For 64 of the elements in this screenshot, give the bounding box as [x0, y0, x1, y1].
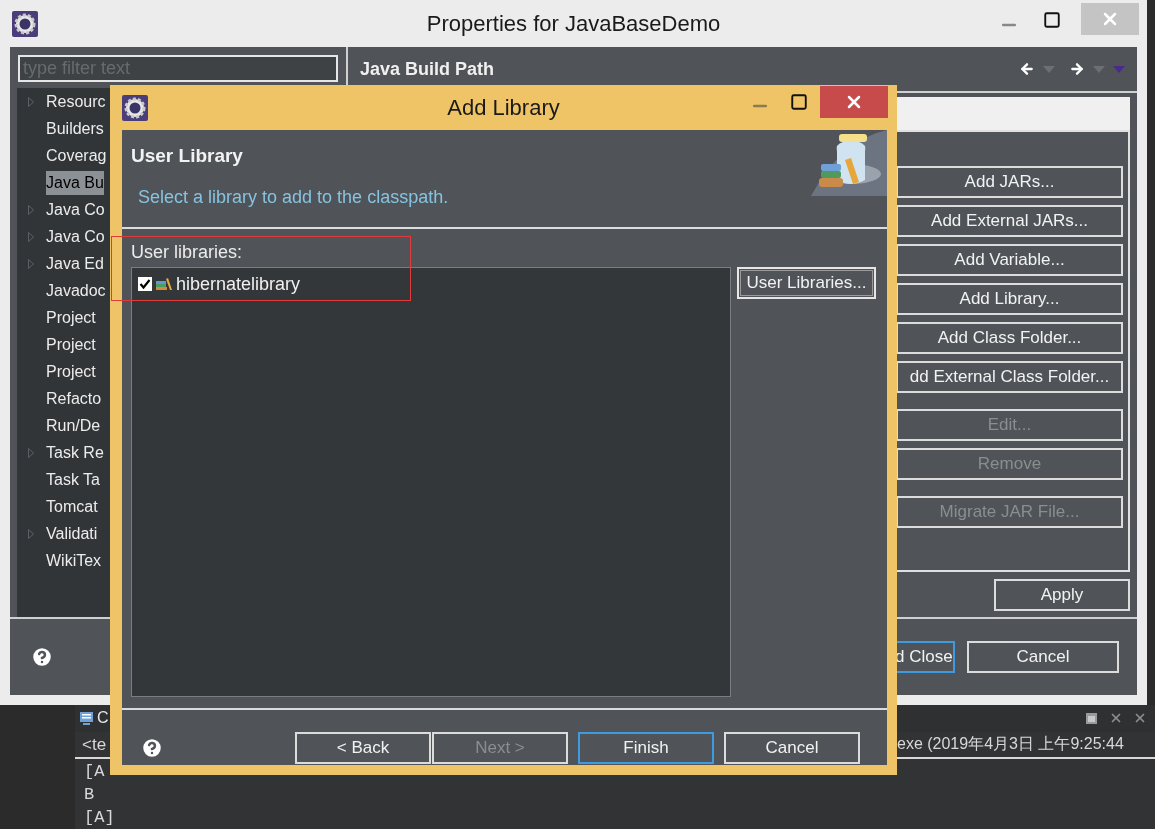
tree-item[interactable]: Tomcat	[46, 494, 98, 519]
tree-item[interactable]: Java Ed	[46, 251, 104, 276]
page-description: Select a library to add to the classpath.	[138, 185, 450, 209]
dialog-button[interactable]: dd External Class Folder...	[896, 361, 1123, 393]
tree-item[interactable]: Project	[46, 359, 96, 384]
tree-item[interactable]: Task Ta	[46, 467, 100, 492]
console-output-line: [A]	[84, 807, 116, 829]
dialog-button[interactable]: Add JARs...	[896, 166, 1123, 198]
page-title: Java Build Path	[360, 57, 495, 81]
console-tab-title[interactable]: C	[97, 706, 109, 731]
tree-item[interactable]: Project	[46, 305, 96, 330]
window-title: Properties for JavaBaseDemo	[426, 10, 721, 38]
console-description: exe (2019年4月3日 上午9:25:44	[897, 734, 1125, 755]
checkbox[interactable]	[138, 277, 152, 291]
dialog-button[interactable]: Add Variable...	[896, 244, 1123, 276]
console-description: <te	[82, 733, 107, 756]
expand-arrow-icon[interactable]	[28, 528, 34, 539]
back-arrow-icon[interactable]	[1019, 61, 1035, 77]
dialog-button[interactable]: Add Library...	[896, 283, 1123, 315]
maximize-icon[interactable]	[1043, 11, 1061, 29]
expand-arrow-icon[interactable]	[28, 204, 34, 215]
dialog-button[interactable]: Finish	[578, 732, 714, 764]
tree-item[interactable]: Validati	[46, 521, 98, 546]
help-icon[interactable]	[140, 736, 164, 760]
dropdown-caret-icon[interactable]	[1093, 65, 1105, 73]
dialog-button[interactable]: Add External JARs...	[896, 205, 1123, 237]
help-icon[interactable]	[30, 645, 54, 669]
tree-item[interactable]: Refacto	[46, 386, 102, 411]
tree-item[interactable]: Builders	[46, 116, 104, 141]
expand-arrow-icon[interactable]	[28, 258, 34, 269]
dialog-button[interactable]: Cancel	[967, 641, 1119, 673]
expand-arrow-icon[interactable]	[28, 447, 34, 458]
forward-arrow-icon[interactable]	[1069, 61, 1085, 77]
expand-arrow-icon[interactable]	[28, 96, 34, 107]
app-icon	[122, 94, 148, 121]
tree-item[interactable]: Run/De	[46, 413, 101, 438]
maximize-icon[interactable]	[790, 93, 808, 111]
dialog-button[interactable]: < Back	[295, 732, 431, 764]
tree-item[interactable]: Task Re	[46, 440, 104, 465]
console-icon	[80, 711, 93, 725]
expand-arrow-icon[interactable]	[28, 231, 34, 242]
user-libraries-button[interactable]: User Libraries...	[737, 267, 876, 299]
dialog-button[interactable]: Apply	[994, 579, 1130, 611]
dialog-title: Add Library	[447, 94, 560, 122]
tree-item[interactable]: Java Bu	[46, 170, 104, 195]
tree-item[interactable]: Javadoc	[46, 278, 106, 303]
tree-item[interactable]: Resourc	[46, 89, 106, 114]
tree-item[interactable]: Java Co	[46, 224, 105, 249]
library-name[interactable]: hibernatelibrary	[176, 270, 301, 298]
close-button[interactable]	[820, 86, 888, 118]
tree-item[interactable]: Project	[46, 332, 96, 357]
page-heading: User Library	[131, 144, 244, 168]
tree-item[interactable]: Java Co	[46, 197, 105, 222]
dialog-button[interactable]: Cancel	[724, 732, 860, 764]
app-icon	[12, 10, 38, 37]
console-output-line: [A	[84, 761, 106, 783]
tree-item[interactable]: Coverag	[46, 143, 107, 168]
maximize-icon[interactable]	[1086, 712, 1097, 724]
console-output-line: B	[84, 784, 96, 806]
library-icon	[156, 277, 172, 291]
dropdown-caret-icon[interactable]	[1043, 65, 1055, 73]
dialog-button[interactable]: Add Class Folder...	[896, 322, 1123, 354]
tree-item[interactable]: WikiTex	[46, 548, 102, 573]
list-label: User libraries:	[131, 241, 244, 264]
